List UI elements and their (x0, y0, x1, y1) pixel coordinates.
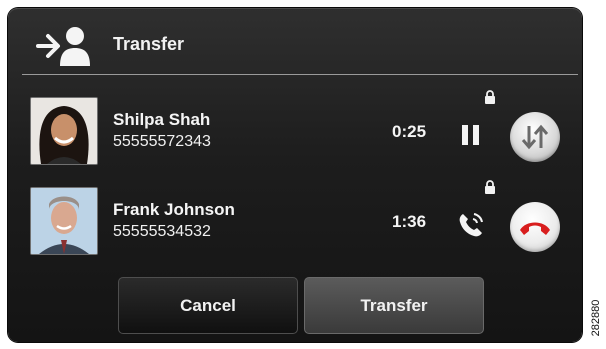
end-call-button[interactable] (510, 202, 560, 252)
call-timer: 0:25 (392, 122, 427, 141)
dialog-header: Transfer (8, 8, 582, 76)
cancel-button[interactable]: Cancel (118, 277, 298, 334)
transfer-button[interactable]: Transfer (304, 277, 484, 334)
hold-icon (462, 125, 479, 145)
swap-calls-button[interactable] (510, 112, 560, 162)
transfer-icon (36, 27, 90, 66)
avatar (30, 97, 98, 165)
caller-number: 55555534532 (113, 223, 211, 240)
caller-name: Frank Johnson (113, 200, 235, 219)
lock-icon (485, 90, 495, 104)
caller-number: 55555572343 (113, 133, 211, 150)
end-call-icon (520, 222, 550, 235)
lock-icon (485, 180, 495, 194)
avatar (30, 187, 98, 255)
call-row-shilpa[interactable]: Shilpa Shah 55555572343 0:25 (8, 90, 582, 180)
transfer-dialog: Transfer Shilpa Shah 55555572343 0:25 Fr… (8, 8, 582, 342)
caller-name: Shilpa Shah (113, 110, 211, 129)
swap-calls-icon (521, 124, 549, 150)
call-row-frank[interactable]: Frank Johnson 55555534532 1:36 (8, 180, 582, 270)
dialog-title: Transfer (113, 34, 185, 54)
call-timer: 1:36 (392, 212, 427, 231)
figure-id: 282880 (590, 299, 602, 337)
active-call-icon (459, 213, 483, 237)
header-divider (22, 74, 578, 75)
